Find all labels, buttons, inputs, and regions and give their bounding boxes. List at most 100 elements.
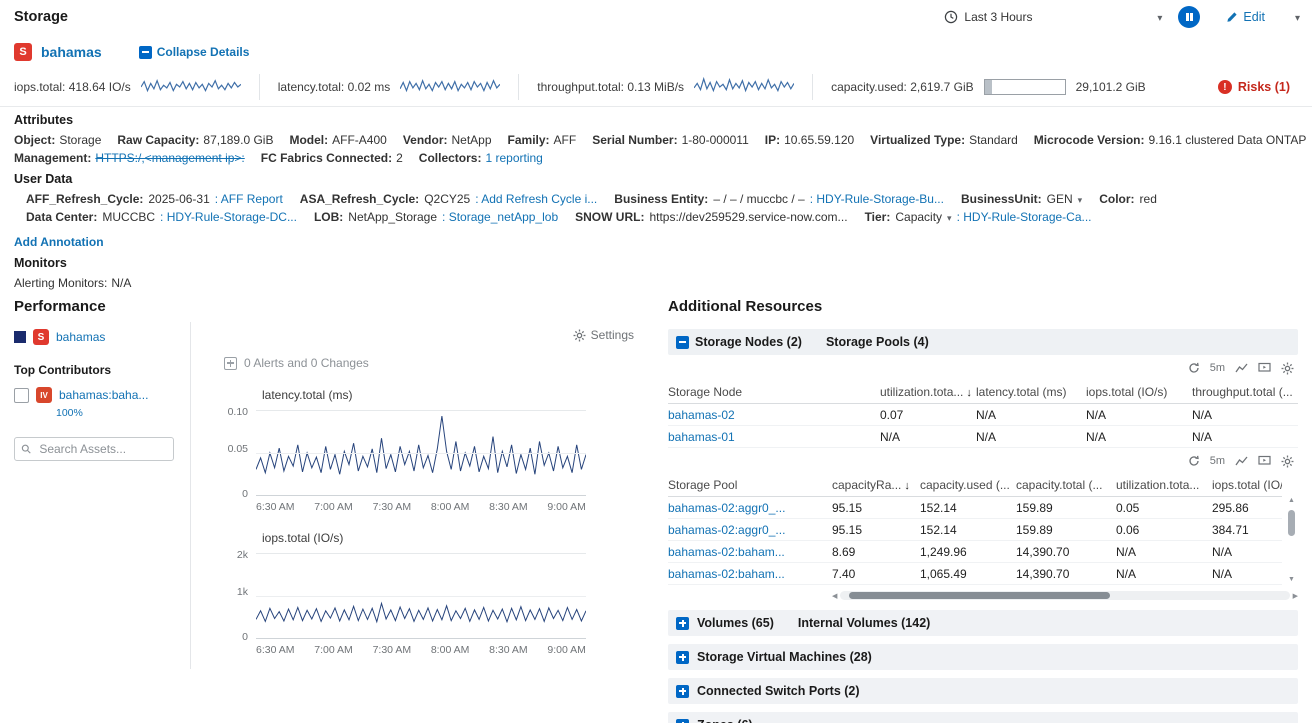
col-iops[interactable]: iops.total (IO/s) <box>1212 478 1282 492</box>
col-utilization[interactable]: utilization.tota... <box>1116 478 1212 492</box>
storage-pool-link[interactable]: bahamas-02:aggr0_... <box>668 523 832 537</box>
trend-chart-icon[interactable] <box>1235 362 1248 374</box>
search-assets-input[interactable] <box>37 441 167 457</box>
refresh-interval-label[interactable]: 5m <box>1210 455 1225 467</box>
legend-entity-link[interactable]: bahamas <box>56 330 105 344</box>
section-storage-virtual-machines[interactable]: Storage Virtual Machines (28) <box>668 644 1298 670</box>
expand-icon[interactable] <box>676 651 689 664</box>
user-data-segment: 2025-06-31 <box>148 192 209 206</box>
attribute-value: 9.16.1 clustered Data ONTAP <box>1149 133 1307 147</box>
scrollbar-thumb[interactable] <box>1288 510 1295 536</box>
vertical-scrollbar[interactable] <box>1285 496 1298 585</box>
x-tick-label: 7:30 AM <box>373 501 412 513</box>
iops-y-axis: 2k 1k 0 <box>210 553 256 639</box>
presentation-icon[interactable] <box>1258 455 1271 467</box>
collapse-details-button[interactable]: Collapse Details <box>139 45 250 59</box>
presentation-icon[interactable] <box>1258 362 1271 374</box>
gear-icon[interactable] <box>1281 362 1294 375</box>
chart-settings-button[interactable]: Settings <box>573 328 634 342</box>
svm-label[interactable]: Storage Virtual Machines (28) <box>697 650 872 664</box>
attribute-key: Serial Number: <box>592 133 677 147</box>
latency-plot[interactable] <box>256 410 586 496</box>
metric-throughput: throughput.total: 0.13 MiB/s <box>518 74 812 100</box>
user-data-segment[interactable]: GEN <box>1047 192 1083 206</box>
col-throughput[interactable]: throughput.total (... <box>1192 385 1298 399</box>
user-data-segment[interactable]: : HDY-Rule-Storage-Bu... <box>810 192 944 206</box>
attribute-value[interactable]: HTTPS:/,<management ip>: <box>95 151 244 165</box>
add-annotation-link[interactable]: Add Annotation <box>14 235 104 249</box>
user-data-segment[interactable]: : Storage_netApp_lob <box>442 210 558 224</box>
entity-header: S bahamas Collapse Details <box>14 40 249 64</box>
refresh-icon[interactable] <box>1188 455 1200 467</box>
scroll-left-icon[interactable] <box>832 592 837 600</box>
expand-icon[interactable] <box>676 617 689 630</box>
alerts-changes-toggle[interactable]: 0 Alerts and 0 Changes <box>224 356 640 370</box>
attribute-key: Collectors: <box>419 151 482 165</box>
zones-label[interactable]: Zones (6) <box>697 718 753 723</box>
col-capacity-ratio[interactable]: capacityRa... <box>832 478 920 492</box>
contributor-percent-link[interactable]: 100% <box>56 407 186 419</box>
scroll-up-icon[interactable] <box>1288 496 1295 506</box>
volumes-label[interactable]: Volumes (65) <box>697 616 774 630</box>
section-volumes[interactable]: Volumes (65) Internal Volumes (142) <box>668 610 1298 636</box>
time-range-picker[interactable]: Last 3 Hours <box>944 8 1162 26</box>
tab-storage-nodes[interactable]: Storage Nodes (2) <box>676 335 802 349</box>
gear-icon <box>573 329 586 342</box>
contributor-checkbox[interactable] <box>14 388 29 403</box>
legend-item[interactable]: S bahamas <box>14 329 186 345</box>
user-data-segment: – / – / muccbc / – <box>713 192 804 206</box>
section-zones[interactable]: Zones (6) <box>668 712 1298 723</box>
col-utilization[interactable]: utilization.tota... <box>880 385 976 399</box>
scrollbar-thumb[interactable] <box>849 592 1110 599</box>
pause-button[interactable] <box>1178 6 1200 28</box>
trend-chart-icon[interactable] <box>1235 455 1248 467</box>
switch-ports-label[interactable]: Connected Switch Ports (2) <box>697 684 860 698</box>
storage-pool-link[interactable]: bahamas-02:baham... <box>668 545 832 559</box>
risks-button[interactable]: Risks (1) <box>1218 80 1312 94</box>
col-capacity-total[interactable]: capacity.total (... <box>1016 478 1116 492</box>
scroll-right-icon[interactable] <box>1293 592 1298 600</box>
col-storage-node[interactable]: Storage Node <box>668 385 880 399</box>
storage-pool-link[interactable]: bahamas-02:baham... <box>668 567 832 581</box>
user-data-segment[interactable]: : AFF Report <box>215 192 283 206</box>
iops-plot[interactable] <box>256 553 586 639</box>
user-data-segment: Business Entity: <box>614 192 708 206</box>
user-data-segment[interactable]: : HDY-Rule-Storage-DC... <box>160 210 297 224</box>
contributor-link[interactable]: bahamas:baha... <box>59 388 148 402</box>
scrollbar-track[interactable] <box>840 591 1289 600</box>
col-storage-pool[interactable]: Storage Pool <box>668 478 832 492</box>
section-connected-switch-ports[interactable]: Connected Switch Ports (2) <box>668 678 1298 704</box>
x-tick-label: 8:00 AM <box>431 644 470 656</box>
attribute: Raw Capacity:87,189.0 GiB <box>117 133 273 147</box>
col-latency[interactable]: latency.total (ms) <box>976 385 1086 399</box>
scroll-down-icon[interactable] <box>1288 575 1295 585</box>
entity-name-link[interactable]: bahamas <box>41 44 102 60</box>
panel-chevron-icon[interactable] <box>1295 8 1300 26</box>
edit-button[interactable]: Edit <box>1226 10 1265 24</box>
attribute-value[interactable]: 1 reporting <box>485 151 542 165</box>
user-data-segment[interactable]: Capacity <box>895 210 951 224</box>
refresh-interval-label[interactable]: 5m <box>1210 362 1225 374</box>
tab-storage-pools[interactable]: Storage Pools (4) <box>826 335 929 349</box>
storage-node-link[interactable]: bahamas-01 <box>668 430 880 444</box>
metric-latency-value: 0.02 ms <box>348 80 391 94</box>
tab-storage-nodes-label: Storage Nodes (2) <box>695 335 802 349</box>
expand-icon[interactable] <box>676 719 689 723</box>
table-cell: N/A <box>1116 545 1212 559</box>
table-row: bahamas-02:aggr0_... 95.15 152.14 159.89… <box>668 519 1282 541</box>
attribute-value: 1-80-000011 <box>682 133 749 147</box>
user-data-segment[interactable]: : Add Refresh Cycle i... <box>475 192 597 206</box>
expand-icon[interactable] <box>676 685 689 698</box>
horizontal-scrollbar[interactable] <box>832 589 1298 602</box>
col-iops[interactable]: iops.total (IO/s) <box>1086 385 1192 399</box>
storage-pool-link[interactable]: bahamas-02:aggr0_... <box>668 501 832 515</box>
col-capacity-used[interactable]: capacity.used (... <box>920 478 1016 492</box>
refresh-icon[interactable] <box>1188 362 1200 374</box>
table-cell: 7.40 <box>832 567 920 581</box>
table-cell: 95.15 <box>832 523 920 537</box>
user-data-segment[interactable]: : HDY-Rule-Storage-Ca... <box>957 210 1092 224</box>
risk-alert-icon <box>1218 80 1232 94</box>
storage-node-link[interactable]: bahamas-02 <box>668 408 880 422</box>
gear-icon[interactable] <box>1281 455 1294 468</box>
tab-internal-volumes[interactable]: Internal Volumes (142) <box>798 616 930 630</box>
